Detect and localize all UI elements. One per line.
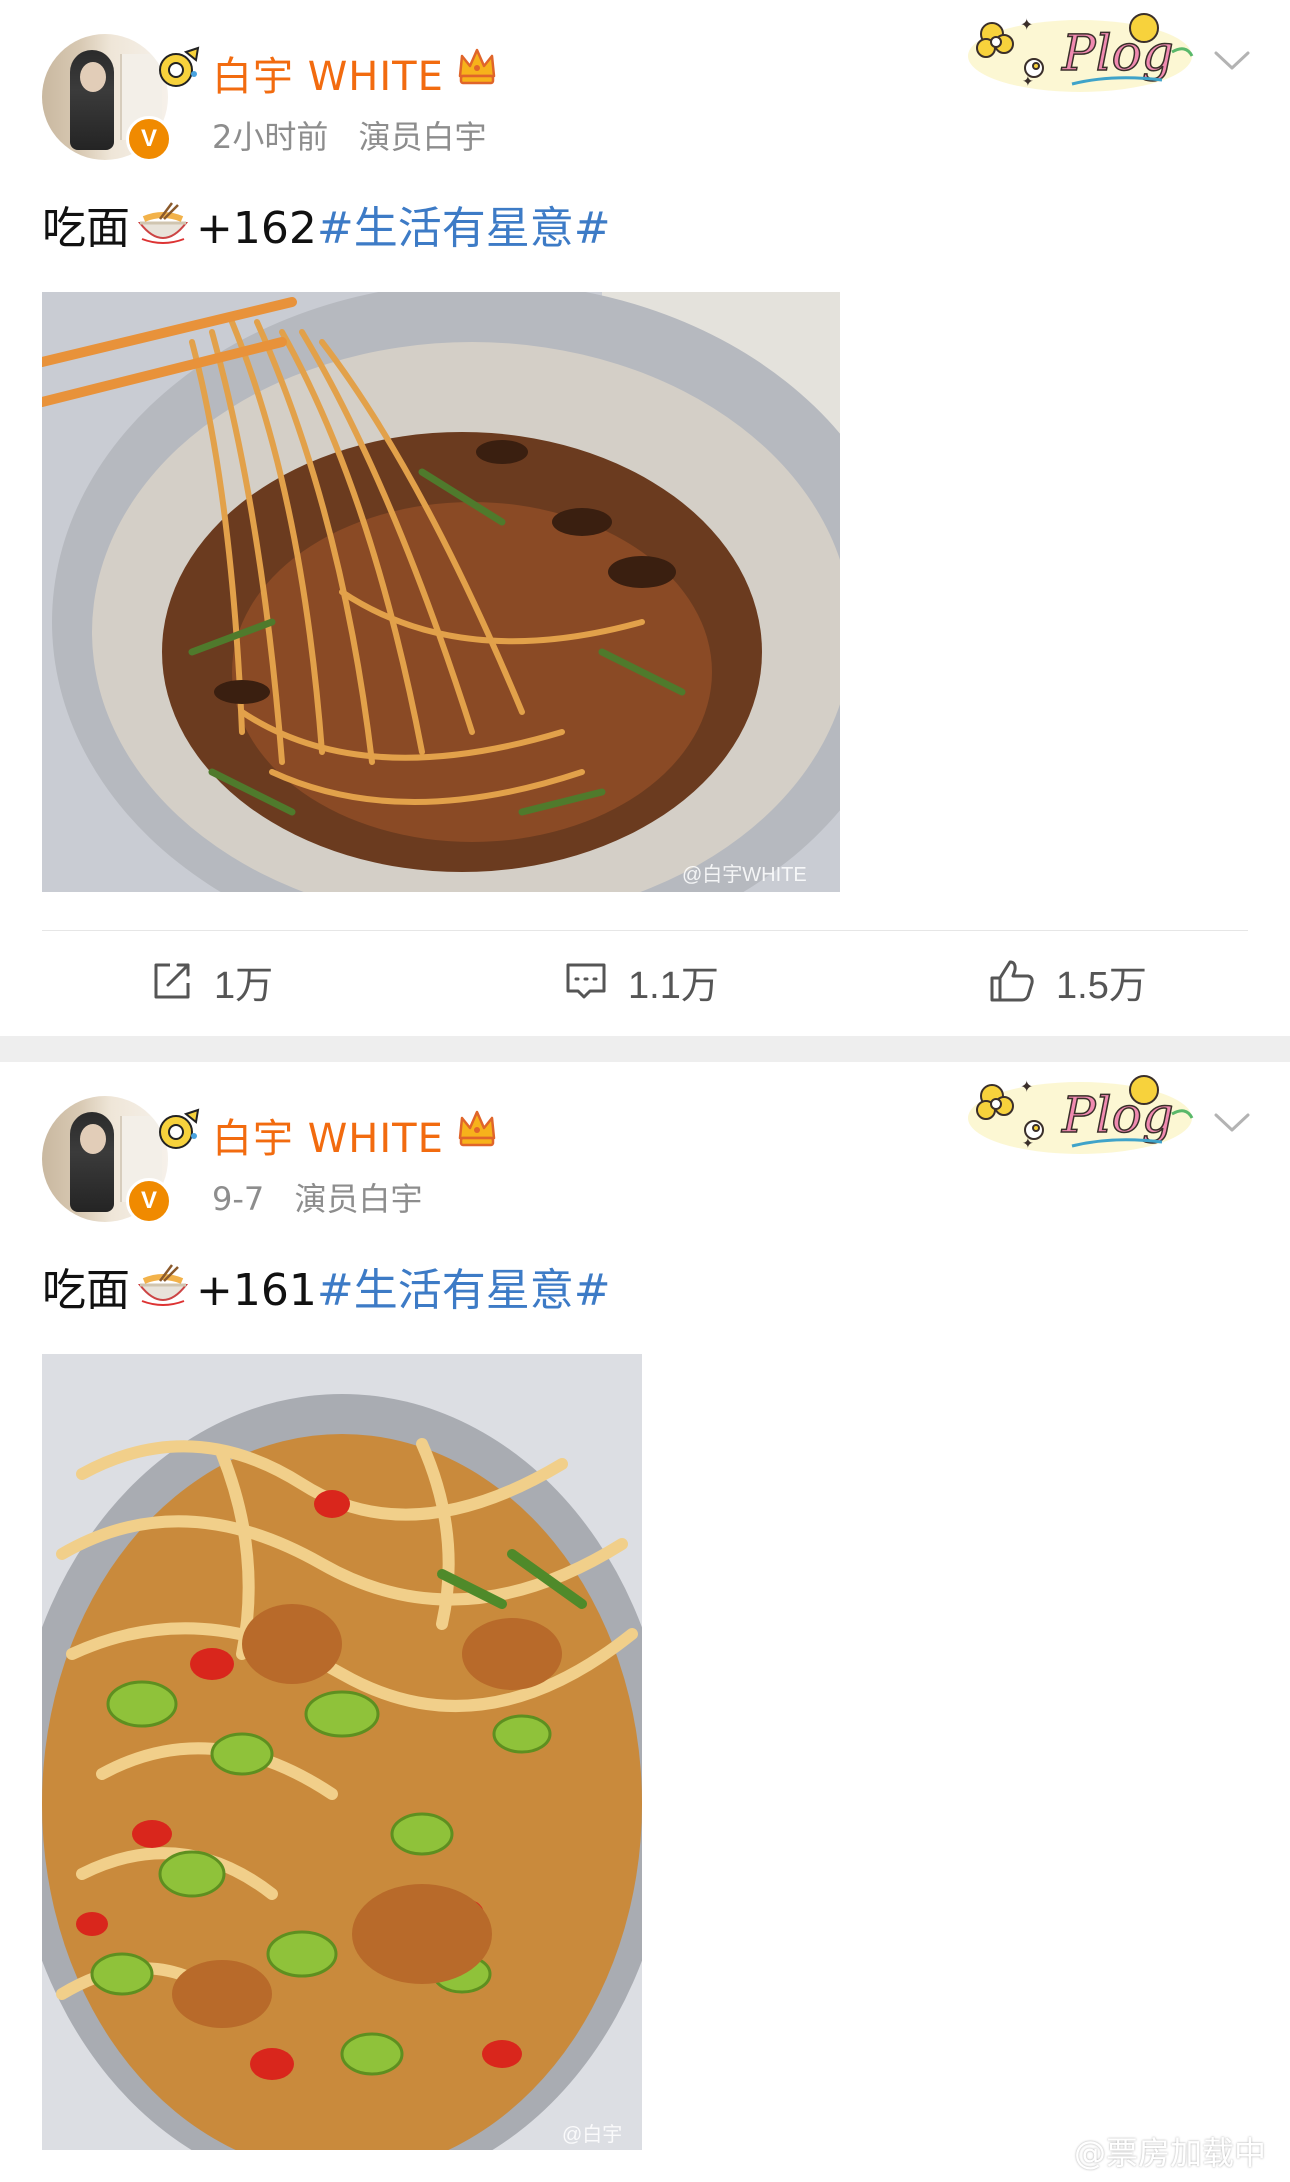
plog-label: Plog bbox=[1061, 1086, 1174, 1144]
divider bbox=[42, 930, 1248, 931]
noodle-photo-image bbox=[42, 1354, 642, 2150]
comment-icon bbox=[566, 963, 606, 999]
author-name[interactable]: 白宇 WHITE bbox=[212, 1106, 444, 1164]
action-bar: 1万 1.1万 1.5万 bbox=[0, 950, 1290, 1012]
post-text: 吃面 +161#生活有星意# bbox=[42, 1254, 611, 1318]
post-text-prefix: 吃面 bbox=[42, 203, 130, 254]
post-text: 吃面 +162#生活有星意# bbox=[42, 192, 611, 256]
weibo-logo-icon bbox=[1030, 2140, 1068, 2168]
like-count: 1.5万 bbox=[1056, 964, 1147, 1007]
share-icon bbox=[154, 963, 190, 999]
post-text-count: +162 bbox=[196, 203, 317, 254]
author-name[interactable]: 白宇 WHITE bbox=[212, 44, 444, 102]
svg-text:✦: ✦ bbox=[1020, 15, 1033, 34]
topic-link[interactable]: #生活有星意# bbox=[317, 203, 611, 254]
post-source: 演员白宇 bbox=[294, 1180, 423, 1218]
avatar[interactable]: V bbox=[42, 34, 200, 162]
post-meta: 2小时前 演员白宇 bbox=[212, 112, 487, 158]
avatar[interactable]: V bbox=[42, 1096, 200, 1224]
avatar-pendant-icon bbox=[159, 46, 200, 87]
photo-watermark: @白宇 bbox=[562, 2124, 623, 2146]
verified-v-icon: V bbox=[126, 116, 172, 162]
crown-icon bbox=[458, 48, 496, 85]
photo-watermark: @白宇WHITE bbox=[682, 864, 807, 886]
noodle-bowl-emoji bbox=[137, 202, 189, 244]
crown-icon bbox=[458, 1110, 496, 1147]
post-time: 2小时前 bbox=[212, 118, 329, 156]
plog-sticker-icon: Plog ✦ ✦ bbox=[968, 13, 1194, 92]
topic-link[interactable]: #生活有星意# bbox=[317, 1265, 611, 1316]
svg-text:✦: ✦ bbox=[1020, 1077, 1033, 1096]
share-count: 1万 bbox=[214, 964, 274, 1007]
comment-count: 1.1万 bbox=[628, 964, 719, 1007]
svg-text:✦: ✦ bbox=[1022, 1136, 1034, 1152]
noodle-photo-image bbox=[42, 292, 840, 892]
post-separator bbox=[0, 1036, 1290, 1062]
svg-text:✦: ✦ bbox=[1022, 74, 1034, 90]
post-photo[interactable]: @白宇 bbox=[42, 1354, 642, 2150]
post-photo[interactable]: @白宇WHITE bbox=[42, 292, 840, 892]
chevron-down-icon[interactable] bbox=[1212, 48, 1252, 74]
feed-post[interactable]: V 白宇 WHITE 2小时前 演员白宇 Plog ✦ ✦ 吃面 +162#生活… bbox=[0, 0, 1290, 1036]
feed-post[interactable]: V 白宇 WHITE 9-7 演员白宇 Plog ✦ ✦ 吃面 +161#生活有… bbox=[0, 1062, 1290, 2182]
verified-v-icon: V bbox=[126, 1178, 172, 1224]
post-text-count: +161 bbox=[196, 1265, 317, 1316]
share-button[interactable]: 1万 bbox=[150, 950, 273, 1012]
site-watermark-text: @票房加载中 bbox=[1074, 2134, 1267, 2172]
chevron-down-icon[interactable] bbox=[1212, 1110, 1252, 1136]
avatar-pendant-icon bbox=[159, 1108, 200, 1149]
post-source: 演员白宇 bbox=[358, 118, 487, 156]
weibo-feed: V 白宇 WHITE 2小时前 演员白宇 Plog ✦ ✦ 吃面 +162#生活… bbox=[0, 0, 1290, 2182]
post-text-prefix: 吃面 bbox=[42, 1265, 130, 1316]
noodle-bowl-emoji bbox=[137, 1264, 189, 1306]
post-time: 9-7 bbox=[212, 1180, 265, 1218]
plog-sticker-icon: Plog ✦ ✦ bbox=[968, 1075, 1194, 1154]
plog-label: Plog bbox=[1061, 24, 1174, 82]
post-meta: 9-7 演员白宇 bbox=[212, 1174, 422, 1220]
site-watermark: @票房加载中 bbox=[1030, 2128, 1266, 2174]
like-button[interactable]: 1.5万 bbox=[988, 950, 1147, 1012]
comment-button[interactable]: 1.1万 bbox=[564, 950, 719, 1012]
like-icon bbox=[990, 960, 1034, 1002]
